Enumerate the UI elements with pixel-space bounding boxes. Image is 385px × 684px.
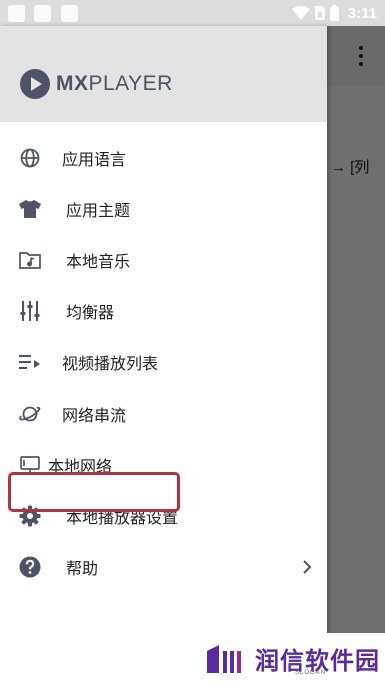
gear-icon <box>18 504 42 528</box>
sim-icon <box>314 6 325 20</box>
menu-label: 帮助 <box>66 561 99 579</box>
watermark-logo-icon <box>207 645 241 673</box>
menu-label: 本地播放器设置 <box>66 509 179 527</box>
menu-label: 应用主题 <box>66 202 131 220</box>
battery-icon <box>329 5 339 21</box>
wifi-icon <box>291 6 310 20</box>
menu-item-local-network[interactable]: 本地网络 <box>0 439 327 490</box>
tshirt-icon <box>18 197 42 221</box>
menu-item-app-language[interactable]: 应用语言 <box>0 132 327 183</box>
menu-item-equalizer[interactable]: 均衡器 <box>0 286 327 337</box>
clock: 3:11 <box>347 4 377 22</box>
notification-icon <box>34 5 51 22</box>
background-text: → [列 <box>331 159 370 176</box>
playlist-icon <box>18 350 42 374</box>
watermark: 润信软件园 SLOGAN <box>185 633 385 684</box>
help-icon <box>18 555 42 579</box>
logo-player-text: PLAYER <box>88 72 173 95</box>
notification-icon <box>8 5 25 22</box>
menu-label: 本地音乐 <box>66 253 131 271</box>
status-bar: 3:11 <box>0 0 385 26</box>
chevron-right-icon <box>300 560 314 574</box>
globe-icon <box>18 146 42 170</box>
logo-mx-text: MX <box>56 72 89 95</box>
menu-label: 网络串流 <box>62 407 127 425</box>
drawer-menu: 应用语言 应用主题 本地音乐 均衡器 视频播放列表 网络串流 本地网络 本地播放… <box>0 132 327 593</box>
notification-icon <box>61 5 78 22</box>
drawer-header: MXPLAYER <box>0 26 327 122</box>
play-logo-icon <box>20 69 50 99</box>
menu-label: 视频播放列表 <box>62 356 159 374</box>
navigation-drawer: MXPLAYER 应用语言 应用主题 本地音乐 均衡器 视频播放列表 网络串流 … <box>0 26 327 684</box>
watermark-slogan: SLOGAN <box>295 670 327 676</box>
menu-item-help[interactable]: 帮助 <box>0 542 327 593</box>
planet-icon <box>18 402 42 426</box>
menu-item-local-music[interactable]: 本地音乐 <box>0 234 327 285</box>
equalizer-icon <box>18 299 42 323</box>
menu-item-video-playlist[interactable]: 视频播放列表 <box>0 337 327 388</box>
menu-item-network-stream[interactable]: 网络串流 <box>0 388 327 439</box>
menu-label: 应用语言 <box>62 151 127 169</box>
menu-item-local-player-settings[interactable]: 本地播放器设置 <box>0 490 327 541</box>
menu-label: 均衡器 <box>66 305 115 323</box>
menu-label: 本地网络 <box>48 458 113 476</box>
app-logo: MXPLAYER <box>20 69 173 99</box>
overflow-menu-icon[interactable] <box>352 46 370 66</box>
menu-item-app-theme[interactable]: 应用主题 <box>0 183 327 234</box>
monitor-icon <box>18 453 42 477</box>
music-folder-icon <box>18 248 42 272</box>
